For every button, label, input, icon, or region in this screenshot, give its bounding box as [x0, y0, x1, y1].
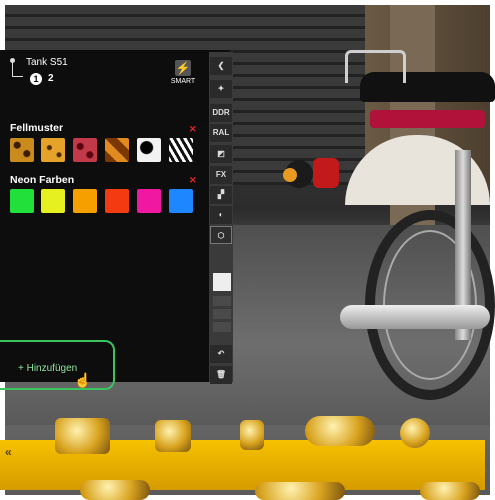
close-section-icon[interactable]: ✕	[189, 124, 197, 135]
pattern-swatch-cow[interactable]	[137, 138, 161, 162]
color-swatch[interactable]	[10, 189, 34, 213]
ddr-button[interactable]: DDR	[210, 104, 232, 122]
current-color-box[interactable]	[213, 273, 231, 291]
chevron-left-icon[interactable]: ❮	[210, 57, 232, 75]
material-icon[interactable]: ◐	[210, 206, 232, 224]
undo-icon[interactable]: ↶	[210, 345, 232, 363]
close-section-icon[interactable]: ✕	[189, 175, 197, 186]
trash-icon[interactable]: 🗑	[210, 366, 232, 384]
level-2-badge[interactable]: 2	[48, 73, 54, 84]
lightning-icon: ⚡	[175, 60, 191, 76]
pattern-swatch-giraffe[interactable]	[105, 138, 129, 162]
color-swatch[interactable]	[41, 189, 65, 213]
part-thumbnail[interactable]	[420, 482, 480, 500]
tree-connector	[12, 62, 23, 77]
part-thumbnail[interactable]	[55, 418, 110, 454]
pattern-swatch-leopard[interactable]	[10, 138, 34, 162]
hand-cursor-icon: ☝	[74, 372, 92, 388]
fx-button[interactable]: FX	[210, 166, 232, 184]
pattern-swatch-pink-leopard[interactable]	[73, 138, 97, 162]
pattern-swatch-cheetah[interactable]	[41, 138, 65, 162]
smart-button[interactable]: ⚡ SMART	[168, 60, 198, 85]
part-thumbnail[interactable]	[155, 420, 191, 452]
section-title-fellmuster: Fellmuster	[10, 122, 64, 134]
magic-wand-icon[interactable]: ✦	[210, 80, 232, 98]
part-name: Tank S51	[26, 57, 68, 68]
pattern-icon[interactable]: ▞	[210, 186, 232, 204]
motorcycle-3d-view[interactable]	[275, 40, 495, 410]
section-title-neon-farben: Neon Farben	[10, 174, 75, 186]
part-thumbnail[interactable]	[400, 418, 430, 448]
color-swatch[interactable]	[137, 189, 161, 213]
smart-label: SMART	[170, 78, 196, 85]
paint-panel	[0, 50, 230, 382]
part-thumbnail[interactable]	[240, 420, 264, 450]
gradient-icon[interactable]: ◩	[210, 145, 232, 163]
level-1-badge[interactable]: 1	[30, 73, 42, 85]
color-swatch[interactable]	[169, 189, 193, 213]
cube-icon[interactable]: ⬡	[210, 226, 232, 244]
color-slot[interactable]	[213, 296, 231, 306]
color-swatch[interactable]	[105, 189, 129, 213]
scroll-left-icon[interactable]: «	[5, 445, 12, 459]
color-swatch[interactable]	[73, 189, 97, 213]
color-slot[interactable]	[213, 322, 231, 332]
pattern-swatch-zebra[interactable]	[169, 138, 193, 162]
part-thumbnail[interactable]	[80, 480, 150, 500]
add-button-label: + Hinzufügen	[18, 363, 78, 374]
ral-button[interactable]: RAL	[210, 124, 232, 142]
part-thumbnail[interactable]	[255, 482, 345, 500]
color-slot[interactable]	[213, 309, 231, 319]
part-thumbnail[interactable]	[305, 416, 375, 446]
